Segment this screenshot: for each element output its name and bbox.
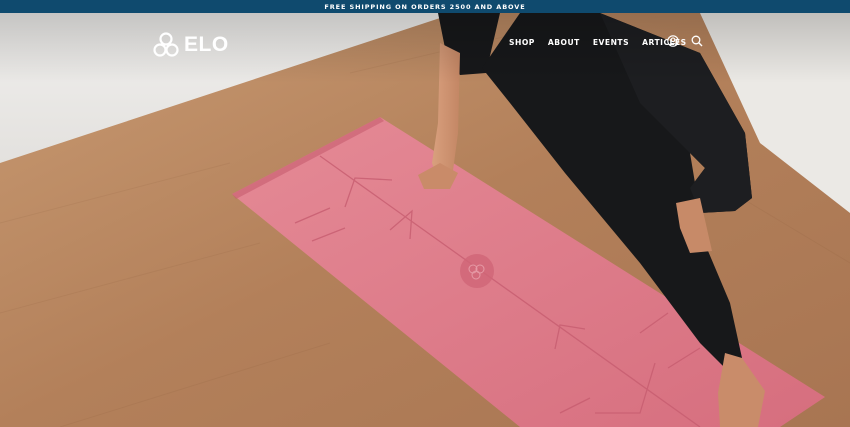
header-icons [667,35,703,47]
nav-shop[interactable]: SHOP [509,38,535,47]
main-nav: SHOP ABOUT EVENTS ARTICLES [509,38,687,47]
nav-about[interactable]: ABOUT [548,38,580,47]
account-icon[interactable] [667,35,679,47]
search-icon[interactable] [691,35,703,47]
logo-text: ELO [184,33,229,56]
nav-events[interactable]: EVENTS [593,38,629,47]
announcement-bar: FREE SHIPPING ON ORDERS 2500 AND ABOVE [0,0,850,13]
logo[interactable]: ELO [152,31,229,59]
hero-banner [0,13,850,427]
logo-icon [153,32,179,57]
announcement-text: FREE SHIPPING ON ORDERS 2500 AND ABOVE [324,2,526,11]
hero-image [0,13,850,427]
